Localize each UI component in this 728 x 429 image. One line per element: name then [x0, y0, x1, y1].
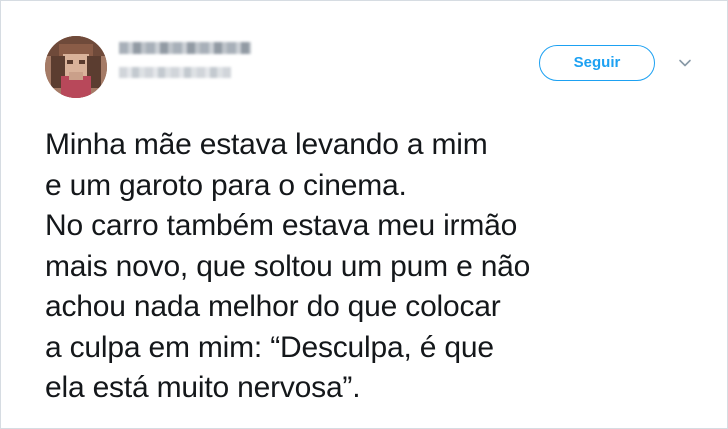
follow-button[interactable]: Seguir	[539, 45, 655, 81]
avatar[interactable]	[45, 36, 107, 98]
tweet-text-line: e um garoto para o cinema.	[45, 168, 407, 202]
chevron-down-icon[interactable]	[677, 55, 693, 71]
tweet-text-line: a culpa em mim: “Desculpa, é que	[45, 330, 494, 364]
tweet-text-line: mais novo, que soltou um pum e não	[45, 249, 531, 283]
tweet-card: Seguir Minha mãe estava levando a mim e …	[0, 0, 728, 429]
username-blurred	[119, 67, 231, 78]
tweet-text-line: Minha mãe estava levando a mim	[45, 128, 488, 161]
tweet-text-line: No carro também estava meu irmão	[45, 209, 518, 242]
display-name-blurred	[119, 42, 251, 54]
tweet-text: Minha mãe estava levando a mim e um garo…	[45, 125, 685, 409]
tweet-text-line: achou nada melhor do que colocar	[45, 290, 501, 323]
tweet-text-line: ela está muito nervosa”.	[45, 371, 361, 404]
